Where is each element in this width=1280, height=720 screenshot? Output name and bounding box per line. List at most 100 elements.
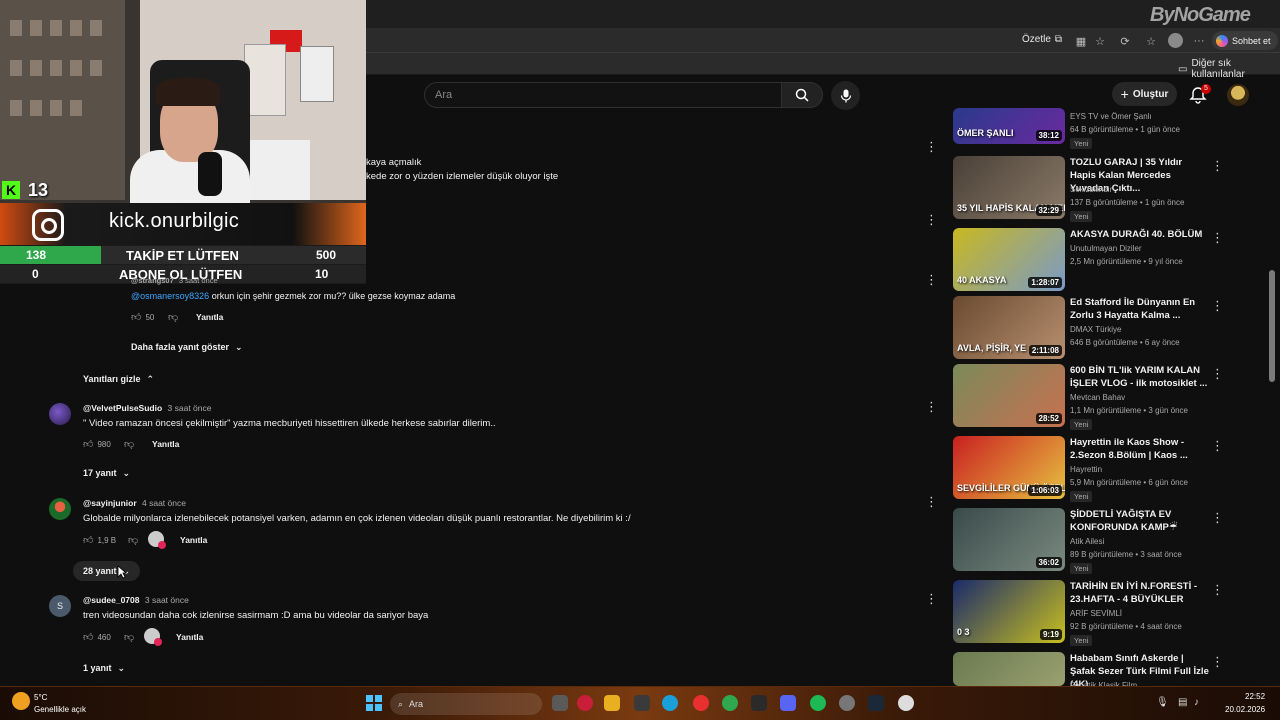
comment-handle[interactable]: @sudee_0708 xyxy=(83,595,140,605)
channel-name[interactable]: DMAX Türkiye xyxy=(1070,325,1121,334)
like-button[interactable]: 👍︎ 460 xyxy=(83,631,111,643)
avatar[interactable] xyxy=(49,498,71,520)
video-menu-icon[interactable]: ⋮ xyxy=(1211,366,1224,381)
view-replies-button[interactable]: 1 yanıt ⌄ xyxy=(83,658,125,678)
video-title[interactable]: Hayrettin ile Kaos Show - 2.Sezon 8.Bölü… xyxy=(1070,436,1210,462)
recommended-video[interactable]: 28:52 600 BİN TL'lik YARIM KALAN İŞLER VL… xyxy=(953,364,1253,432)
windows-start-icon[interactable] xyxy=(366,695,382,711)
comment-menu-icon[interactable]: ⋮ xyxy=(925,495,938,509)
store-icon[interactable] xyxy=(634,695,650,711)
video-menu-icon[interactable]: ⋮ xyxy=(1211,582,1224,597)
view-replies-button[interactable]: 28 yanıt ⌄ xyxy=(73,561,141,581)
reply-button[interactable]: Yanıtla xyxy=(152,439,179,449)
discord-icon[interactable] xyxy=(780,695,796,711)
chrome-icon[interactable] xyxy=(722,695,738,711)
taskbar-search[interactable]: ⌕ Ara xyxy=(390,693,542,715)
video-thumbnail[interactable]: AVLA, PİŞİR, YE 2:11:08 xyxy=(953,296,1065,359)
voice-search-button[interactable] xyxy=(831,81,860,110)
channel-name[interactable]: EYS TV ve Ömer Şanlı xyxy=(1070,112,1152,121)
hide-replies-button[interactable]: Yanıtları gizle ⌃ xyxy=(83,369,154,389)
opera-icon[interactable] xyxy=(577,695,593,711)
recommended-video[interactable]: 35 YIL HAPİS KALAN MERCEDES!32:29TOZLU G… xyxy=(953,156,1253,224)
show-more-replies-button[interactable]: Daha fazla yanıt göster ⌄ xyxy=(131,337,243,357)
video-title[interactable]: 600 BİN TL'lik YARIM KALAN İŞLER VLOG - … xyxy=(1070,364,1210,390)
video-title[interactable]: ŞİDDETLİ YAĞIŞTA EV KONFORUNDA KAMP☔ xyxy=(1070,508,1210,534)
comment-menu-icon[interactable]: ⋮ xyxy=(925,140,938,154)
mic-tray-icon[interactable]: 🎙︎ xyxy=(1156,697,1169,709)
volume-icon[interactable]: ♪ xyxy=(1194,697,1206,709)
more-options-icon[interactable]: ··· xyxy=(1192,34,1206,48)
file-explorer-icon[interactable] xyxy=(604,695,620,711)
copilot-chat-button[interactable]: Sohbet et xyxy=(1212,31,1278,50)
like-button[interactable]: 👍︎ 980 xyxy=(83,438,111,450)
channel-name[interactable]: Unutulmayan Diziler xyxy=(1070,244,1142,253)
video-menu-icon[interactable]: ⋮ xyxy=(1211,510,1224,525)
comment-handle[interactable]: @VelvetPulseSudio xyxy=(83,403,162,413)
reply-button[interactable]: Yanıtla xyxy=(176,632,203,642)
recommended-video[interactable]: 0 3 9:19 TARİHİN EN İYİ N.FORESTİ - 23.HAF… xyxy=(953,580,1253,648)
dislike-button[interactable]: 👎︎ xyxy=(124,438,134,450)
video-thumbnail[interactable]: 35 YIL HAPİS KALAN MERCEDES!32:29 xyxy=(953,156,1065,219)
comment-menu-icon[interactable]: ⋮ xyxy=(925,273,938,287)
video-menu-icon[interactable]: ⋮ xyxy=(1211,230,1224,245)
channel-name[interactable]: Atik Ailesi xyxy=(1070,537,1104,546)
bookmark-folder[interactable]: ▭ Diğer sık kullanılanlar xyxy=(1178,58,1280,80)
video-thumbnail[interactable]: 40 AKASYA 1:28:07 xyxy=(953,228,1065,291)
summarize-button[interactable]: Özetle ⧉ xyxy=(1022,34,1062,45)
spotify-icon[interactable] xyxy=(810,695,826,711)
create-button[interactable]: + Oluştur xyxy=(1112,82,1177,106)
steam-icon[interactable] xyxy=(868,695,884,711)
account-avatar[interactable] xyxy=(1227,84,1249,106)
video-thumbnail[interactable]: 0 3 9:19 xyxy=(953,580,1065,643)
recommended-video[interactable]: SEVGİLİLER GÜNÜ ÖZEL 1:06:03 Hayrettin ile… xyxy=(953,436,1253,504)
comment-menu-icon[interactable]: ⋮ xyxy=(925,592,938,606)
edge-icon[interactable] xyxy=(662,695,678,711)
channel-name[interactable]: ARİF SEVİMLİ xyxy=(1070,609,1122,618)
weather-icon[interactable] xyxy=(12,692,30,710)
reply-mention[interactable]: @osmanersoy8326 xyxy=(131,291,209,301)
dislike-button[interactable]: 👎︎ xyxy=(124,631,134,643)
video-menu-icon[interactable]: ⋮ xyxy=(1211,438,1224,453)
avatar[interactable]: S xyxy=(49,595,71,617)
comment-menu-icon[interactable]: ⋮ xyxy=(925,213,938,227)
network-icon[interactable]: ▤ xyxy=(1178,697,1190,709)
favorites-icon[interactable]: ☆ xyxy=(1144,34,1158,48)
extension-icon[interactable]: ⟳ xyxy=(1118,34,1132,48)
avatar[interactable] xyxy=(49,403,71,425)
video-title[interactable]: Ed Stafford İle Dünyanın En Zorlu 3 Haya… xyxy=(1070,296,1210,322)
profile-icon[interactable] xyxy=(1168,33,1183,48)
channel-name[interactable]: Sekizsilindir xyxy=(1070,185,1112,194)
obs-icon[interactable] xyxy=(898,695,914,711)
video-title[interactable]: AKASYA DURAĞI 40. BÖLÜM xyxy=(1070,228,1210,241)
scrollbar[interactable] xyxy=(1269,270,1275,382)
channel-name[interactable]: Mevtcan Bahav xyxy=(1070,393,1125,402)
video-thumbnail[interactable]: SEVGİLİLER GÜNÜ ÖZEL 1:06:03 xyxy=(953,436,1065,499)
recommended-video[interactable]: 36:02 ŞİDDETLİ YAĞIŞTA EV KONFORUNDA KAMP… xyxy=(953,508,1253,576)
view-replies-button[interactable]: 17 yanıt ⌄ xyxy=(83,463,130,483)
opera-gx-icon[interactable] xyxy=(693,695,709,711)
video-thumbnail[interactable] xyxy=(953,652,1065,686)
search-button[interactable] xyxy=(781,82,823,108)
task-view-icon[interactable] xyxy=(552,695,568,711)
video-menu-icon[interactable]: ⋮ xyxy=(1211,298,1224,313)
video-menu-icon[interactable]: ⋮ xyxy=(1211,654,1224,669)
video-title[interactable]: TARİHİN EN İYİ N.FORESTİ - 23.HAFTA - 4 … xyxy=(1070,580,1210,606)
search-input[interactable]: Ara xyxy=(424,82,782,108)
favorite-star-icon[interactable]: ☆ xyxy=(1093,34,1107,48)
reply-dislike-button[interactable]: 👎︎ xyxy=(168,311,178,323)
reader-icon[interactable]: ▦ xyxy=(1074,34,1088,48)
channel-name[interactable]: Hayrettin xyxy=(1070,465,1102,474)
dislike-button[interactable]: 👎︎ xyxy=(128,534,138,546)
like-button[interactable]: 👍︎ 1,9 B xyxy=(83,534,116,546)
recommended-video[interactable]: AVLA, PİŞİR, YE 2:11:08 Ed Stafford İle Dü… xyxy=(953,296,1253,364)
kick-app-icon[interactable] xyxy=(751,695,767,711)
video-menu-icon[interactable]: ⋮ xyxy=(1211,158,1224,173)
reply-like-button[interactable]: 👍︎ 50 xyxy=(131,311,154,323)
video-thumbnail[interactable]: ÖMER ŞANLI 38:12 xyxy=(953,108,1065,144)
video-thumbnail[interactable]: 28:52 xyxy=(953,364,1065,427)
video-thumbnail[interactable]: 36:02 xyxy=(953,508,1065,571)
comment-menu-icon[interactable]: ⋮ xyxy=(925,400,938,414)
app-icon[interactable] xyxy=(839,695,855,711)
reply-button[interactable]: Yanıtla xyxy=(180,535,207,545)
recommended-video[interactable]: 40 AKASYA 1:28:07 AKASYA DURAĞI 40. BÖLÜM U… xyxy=(953,228,1253,296)
